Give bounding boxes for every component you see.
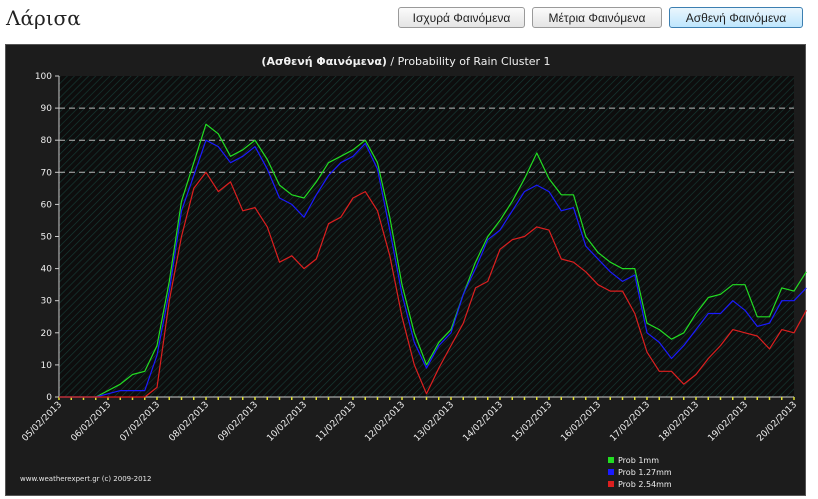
legend-item-prob-1-27mm: Prob 1.27mm [608,466,672,478]
x-tick-label: 05/02/2013 [20,400,64,444]
y-tick-label: 10 [41,361,53,371]
strong-phenomena-button[interactable]: Ισχυρά Φαινόμενα [398,7,525,28]
x-tick-label: 16/02/2013 [559,400,603,444]
x-tick-label: 19/02/2013 [706,400,750,444]
x-tick-label: 18/02/2013 [657,400,701,444]
rain-probability-chart: (Ασθενή Φαινόμενα) / Probability of Rain… [20,55,807,444]
x-tick-label: 13/02/2013 [412,400,456,444]
legend-item-prob-1mm: Prob 1mm [608,454,672,466]
x-tick-label: 14/02/2013 [461,400,505,444]
x-tick-label: 20/02/2013 [755,400,799,444]
y-tick-label: 30 [41,297,53,307]
legend-swatch-red [608,481,614,487]
x-tick-label: 08/02/2013 [167,400,211,444]
y-tick-label: 40 [41,265,53,275]
y-tick-label: 0 [46,393,52,403]
y-tick-label: 90 [41,104,53,114]
x-tick-label: 06/02/2013 [69,400,113,444]
y-tick-label: 20 [41,329,53,339]
chart-legend: Prob 1mm Prob 1.27mm Prob 2.54mm [608,454,672,490]
plot-area [59,76,794,397]
x-tick-label: 09/02/2013 [216,400,260,444]
chart-title: (Ασθενή Φαινόμενα) / Probability of Rain… [261,55,550,68]
y-tick-label: 80 [41,136,53,146]
x-tick-label: 10/02/2013 [265,400,309,444]
x-tick-label: 15/02/2013 [510,400,554,444]
y-tick-label: 60 [41,200,53,210]
x-tick-label: 12/02/2013 [363,400,407,444]
legend-swatch-blue [608,469,614,475]
chart-panel: (Ασθενή Φαινόμενα) / Probability of Rain… [5,44,807,496]
legend-label: Prob 1.27mm [618,467,672,477]
legend-label: Prob 1mm [618,455,659,465]
page-title: Λάρισα [6,6,81,30]
y-tick-label: 70 [41,168,53,178]
y-tick-label: 100 [35,72,52,82]
legend-swatch-green [608,457,614,463]
chart-title-text: / Probability of Rain Cluster 1 [387,55,551,68]
x-tick-label: 17/02/2013 [608,400,652,444]
x-tick-label: 11/02/2013 [314,400,358,444]
x-tick-label: 07/02/2013 [118,400,162,444]
y-tick-label: 50 [41,233,53,243]
weak-phenomena-button[interactable]: Ασθενή Φαινόμενα [669,7,803,28]
legend-item-prob-2-54mm: Prob 2.54mm [608,478,672,490]
moderate-phenomena-button[interactable]: Μέτρια Φαινόμενα [532,7,662,28]
chart-title-emphasis: (Ασθενή Φαινόμενα) [261,55,386,68]
copyright-text: www.weatherexpert.gr (c) 2009-2012 [20,475,152,483]
legend-label: Prob 2.54mm [618,479,672,489]
